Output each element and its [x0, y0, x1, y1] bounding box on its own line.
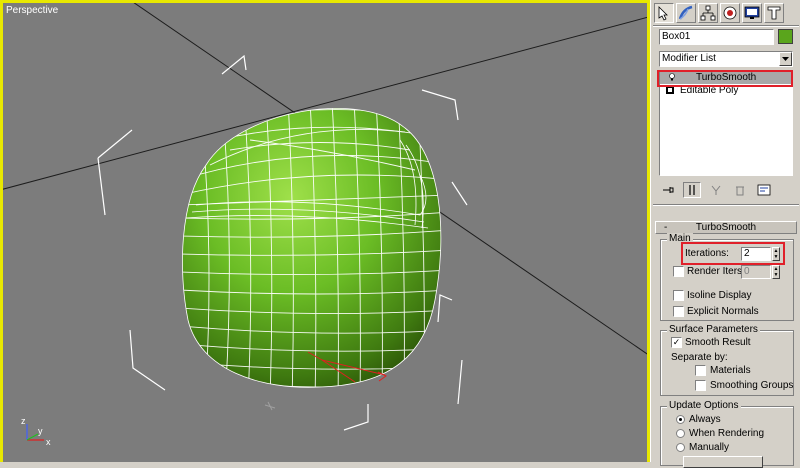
explicit-normals-label: Explicit Normals: [687, 306, 759, 317]
smoothing-groups-label: Smoothing Groups: [710, 380, 794, 391]
render-iters-spinner[interactable]: ▲ ▼: [772, 265, 780, 279]
iterations-spinner[interactable]: ▲ ▼: [772, 247, 780, 261]
tab-modify[interactable]: [676, 3, 696, 23]
group-title: Update Options: [667, 400, 741, 411]
display-icon: [744, 6, 760, 19]
materials-checkbox[interactable]: [695, 365, 706, 376]
configure-icon: [757, 184, 771, 196]
modify-icon: [678, 5, 693, 20]
iterations-input[interactable]: 2: [741, 247, 771, 261]
end-result-icon: [689, 185, 695, 195]
materials-label: Materials: [710, 365, 751, 376]
update-always-radio[interactable]: [676, 415, 685, 424]
update-button[interactable]: [683, 456, 763, 468]
isoline-display-label: Isoline Display: [687, 290, 752, 301]
show-end-result-button[interactable]: [683, 182, 701, 198]
motion-icon: [723, 6, 737, 20]
hierarchy-icon: [700, 5, 716, 21]
tab-utilities[interactable]: [764, 3, 784, 23]
smoothing-groups-checkbox[interactable]: [695, 380, 706, 391]
command-panel: Box01 Modifier List TurboSmooth Editable…: [650, 0, 800, 468]
command-panel-tabs: [654, 3, 798, 25]
turbosmooth-mesh: [182, 108, 441, 388]
stack-item-label: Editable Poly: [680, 85, 739, 96]
explicit-normals-checkbox[interactable]: [673, 306, 684, 317]
object-color-swatch[interactable]: [778, 29, 793, 44]
pin-icon: [663, 187, 674, 193]
stack-item-editable-poly[interactable]: Editable Poly: [660, 84, 792, 97]
collapse-icon: -: [664, 222, 668, 233]
object-name-field[interactable]: Box01: [659, 29, 774, 45]
viewport-scene: [3, 3, 647, 441]
stack-toolbar: [659, 182, 793, 198]
utilities-icon: [767, 6, 781, 20]
update-manually-radio[interactable]: [676, 443, 685, 452]
configure-modifier-sets-button[interactable]: [755, 182, 773, 198]
remove-modifier-button[interactable]: [731, 182, 749, 198]
modifier-stack[interactable]: TurboSmooth Editable Poly: [659, 70, 793, 176]
perspective-viewport[interactable]: Perspective z y x: [0, 0, 650, 462]
tab-create[interactable]: [654, 3, 674, 23]
group-title: Surface Parameters: [667, 324, 760, 335]
render-iters-input[interactable]: 0: [741, 265, 771, 279]
divider: [653, 25, 799, 27]
stack-item-label: TurboSmooth: [696, 72, 757, 83]
make-unique-icon: [711, 185, 721, 195]
render-iters-checkbox[interactable]: [673, 266, 684, 277]
tab-hierarchy[interactable]: [698, 3, 718, 23]
update-manually-label: Manually: [689, 442, 730, 453]
expand-icon[interactable]: [666, 86, 674, 94]
iterations-label: Iterations:: [685, 248, 729, 259]
lightbulb-icon[interactable]: [669, 73, 675, 81]
update-always-label: Always: [689, 414, 721, 425]
modifier-list-dropdown[interactable]: Modifier List: [659, 51, 793, 67]
axis-label-y: y: [38, 426, 43, 436]
stack-item-turbosmooth[interactable]: TurboSmooth: [660, 71, 792, 84]
tab-motion[interactable]: [720, 3, 740, 23]
isoline-display-checkbox[interactable]: [673, 290, 684, 301]
render-iters-label: Render Iters:: [687, 266, 745, 277]
trash-icon: [736, 186, 744, 196]
divider: [653, 204, 799, 206]
pin-stack-button[interactable]: [659, 182, 677, 198]
update-when-rendering-label: When Rendering: [689, 428, 765, 439]
pivot-marker: [264, 401, 276, 411]
group-title: Main: [667, 233, 693, 244]
tab-display[interactable]: [742, 3, 762, 23]
smooth-result-checkbox[interactable]: ✓: [671, 337, 682, 348]
viewport-label[interactable]: Perspective: [6, 5, 58, 16]
axis-label-x: x: [46, 437, 51, 447]
smooth-result-label: Smooth Result: [685, 337, 751, 348]
make-unique-button[interactable]: [707, 182, 725, 198]
axis-label-z: z: [21, 416, 26, 426]
rollout-title: TurboSmooth: [695, 222, 757, 233]
separate-by-label: Separate by:: [671, 352, 728, 363]
modifier-list-label: Modifier List: [662, 53, 716, 64]
create-icon: [658, 6, 668, 21]
update-when-rendering-radio[interactable]: [676, 429, 685, 438]
chevron-down-icon[interactable]: [779, 52, 792, 66]
